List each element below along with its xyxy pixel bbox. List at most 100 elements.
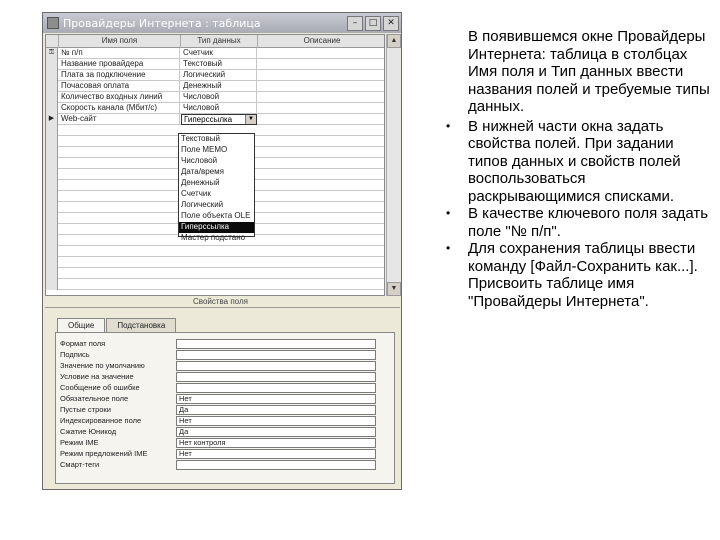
dropdown-option[interactable]: Текстовый — [179, 134, 254, 145]
column-header-field-name[interactable]: Имя поля — [59, 35, 181, 48]
property-label: Сообщение об ошибке — [60, 383, 140, 392]
property-label: Смарт-теги — [60, 460, 100, 469]
column-header-description[interactable]: Описание — [258, 35, 384, 48]
dropdown-option[interactable]: Логический — [179, 200, 254, 211]
data-type-cell[interactable]: Числовой — [181, 103, 257, 114]
property-row: Режим IME Нет контроля — [56, 438, 394, 448]
property-value[interactable]: Нет — [176, 449, 376, 459]
row-selector[interactable] — [46, 125, 58, 136]
row-selector[interactable] — [46, 180, 58, 191]
field-name-cell[interactable]: Название провайдера — [59, 59, 180, 70]
row-selector[interactable] — [46, 158, 58, 169]
table-icon — [47, 17, 59, 29]
row-selector[interactable] — [46, 224, 58, 235]
tab-lookup[interactable]: Подстановка — [106, 318, 177, 332]
dropdown-option[interactable]: Счетчик — [179, 189, 254, 200]
field-name-cell[interactable]: Количество входных линий — [59, 92, 180, 103]
table-row[interactable]: Название провайдера Текстовый — [46, 59, 384, 70]
row-selector[interactable] — [46, 81, 58, 92]
table-row[interactable]: ⚿ № п/п Счетчик — [46, 48, 384, 59]
property-value[interactable]: Нет — [176, 416, 376, 426]
property-value[interactable]: Нет — [176, 394, 376, 404]
row-selector[interactable] — [46, 257, 58, 268]
data-type-cell[interactable]: Счетчик — [181, 48, 257, 59]
property-value[interactable] — [176, 361, 376, 371]
data-type-cell[interactable]: Логический — [181, 70, 257, 81]
property-row: Сообщение об ошибке — [56, 383, 394, 393]
row-selector[interactable] — [46, 136, 58, 147]
data-type-combo[interactable]: Гиперссылка ▼ — [181, 114, 257, 125]
row-selector[interactable] — [46, 202, 58, 213]
dropdown-option[interactable]: Мастер подстано — [179, 233, 254, 244]
bullet-text: Для сохранения таблицы ввести команду [Ф… — [468, 240, 698, 310]
grid-header: Имя поля Тип данных Описание — [46, 35, 384, 48]
row-selector[interactable] — [46, 246, 58, 257]
table-row-empty[interactable] — [46, 279, 384, 290]
property-label: Формат поля — [60, 339, 106, 348]
instructions-text: В появившемся окне Провайдеры Интернета:… — [440, 28, 710, 310]
row-selector[interactable] — [46, 191, 58, 202]
property-row: Сжатие Юникод Да — [56, 427, 394, 437]
dropdown-option[interactable]: Поле MEMO — [179, 145, 254, 156]
properties-tabs: Общие Подстановка — [57, 318, 177, 333]
property-value[interactable] — [176, 339, 376, 349]
field-name-cell[interactable]: Почасовая оплата — [59, 81, 180, 92]
row-selector[interactable] — [46, 279, 58, 290]
property-value[interactable] — [176, 372, 376, 382]
property-label: Значение по умолчанию — [60, 361, 145, 370]
dropdown-option-selected[interactable]: Гиперссылка — [179, 222, 254, 233]
data-type-cell[interactable]: Денежный — [181, 81, 257, 92]
tab-general[interactable]: Общие — [57, 318, 106, 333]
property-value[interactable] — [176, 383, 376, 393]
row-selector[interactable] — [46, 169, 58, 180]
table-row[interactable]: Почасовая оплата Денежный — [46, 81, 384, 92]
vertical-scrollbar[interactable]: ▲ ▼ — [386, 34, 401, 296]
row-selector[interactable] — [46, 59, 58, 70]
scroll-up-icon[interactable]: ▲ — [387, 34, 401, 48]
table-row-empty[interactable] — [46, 246, 384, 257]
row-selector[interactable] — [46, 213, 58, 224]
dropdown-option[interactable]: Дата/время — [179, 167, 254, 178]
dropdown-option[interactable]: Поле объекта OLE — [179, 211, 254, 222]
data-type-cell[interactable]: Числовой — [181, 92, 257, 103]
row-selector[interactable] — [46, 103, 58, 114]
field-name-cell[interactable]: № п/п — [59, 48, 180, 59]
row-selector-header — [46, 35, 59, 48]
property-value[interactable] — [176, 350, 376, 360]
chevron-down-icon[interactable]: ▼ — [245, 115, 256, 124]
table-row[interactable]: Скорость канала (Мбит/с) Числовой — [46, 103, 384, 114]
row-selector[interactable] — [46, 235, 58, 246]
column-header-data-type[interactable]: Тип данных — [181, 35, 258, 48]
property-value[interactable]: Да — [176, 405, 376, 415]
property-label: Условие на значение — [60, 372, 134, 381]
property-value[interactable] — [176, 460, 376, 470]
table-row-empty[interactable] — [46, 257, 384, 268]
row-selector[interactable] — [46, 70, 58, 81]
current-row-arrow-icon: ▶ — [46, 114, 58, 125]
minimize-button[interactable]: – — [347, 15, 363, 31]
bullet-text: В качестве ключевого поля задать поле "№… — [468, 205, 709, 240]
table-row-current[interactable]: ▶ Web-сайт Гиперссылка ▼ — [46, 114, 384, 125]
row-selector[interactable] — [46, 92, 58, 103]
row-selector[interactable] — [46, 268, 58, 279]
property-value[interactable]: Да — [176, 427, 376, 437]
window-title: Провайдеры Интернета : таблица — [63, 16, 261, 30]
field-name-cell[interactable]: Скорость канала (Мбит/с) — [59, 103, 180, 114]
property-label: Пустые строки — [60, 405, 111, 414]
row-selector[interactable] — [46, 147, 58, 158]
dropdown-option[interactable]: Числовой — [179, 156, 254, 167]
field-name-cell[interactable]: Плата за подключение — [59, 70, 180, 81]
property-label: Индексированное поле — [60, 416, 142, 425]
table-row-empty[interactable] — [46, 268, 384, 279]
close-button[interactable]: ✕ — [383, 15, 399, 31]
property-value[interactable]: Нет контроля — [176, 438, 376, 448]
table-row[interactable]: Плата за подключение Логический — [46, 70, 384, 81]
table-row[interactable]: Количество входных линий Числовой — [46, 92, 384, 103]
maximize-button[interactable]: □ — [365, 15, 381, 31]
field-name-cell[interactable]: Web-сайт — [59, 114, 180, 125]
scroll-down-icon[interactable]: ▼ — [387, 282, 401, 296]
property-label: Режим IME — [60, 438, 99, 447]
data-type-cell[interactable]: Текстовый — [181, 59, 257, 70]
dropdown-option[interactable]: Денежный — [179, 178, 254, 189]
property-row: Смарт-теги — [56, 460, 394, 470]
